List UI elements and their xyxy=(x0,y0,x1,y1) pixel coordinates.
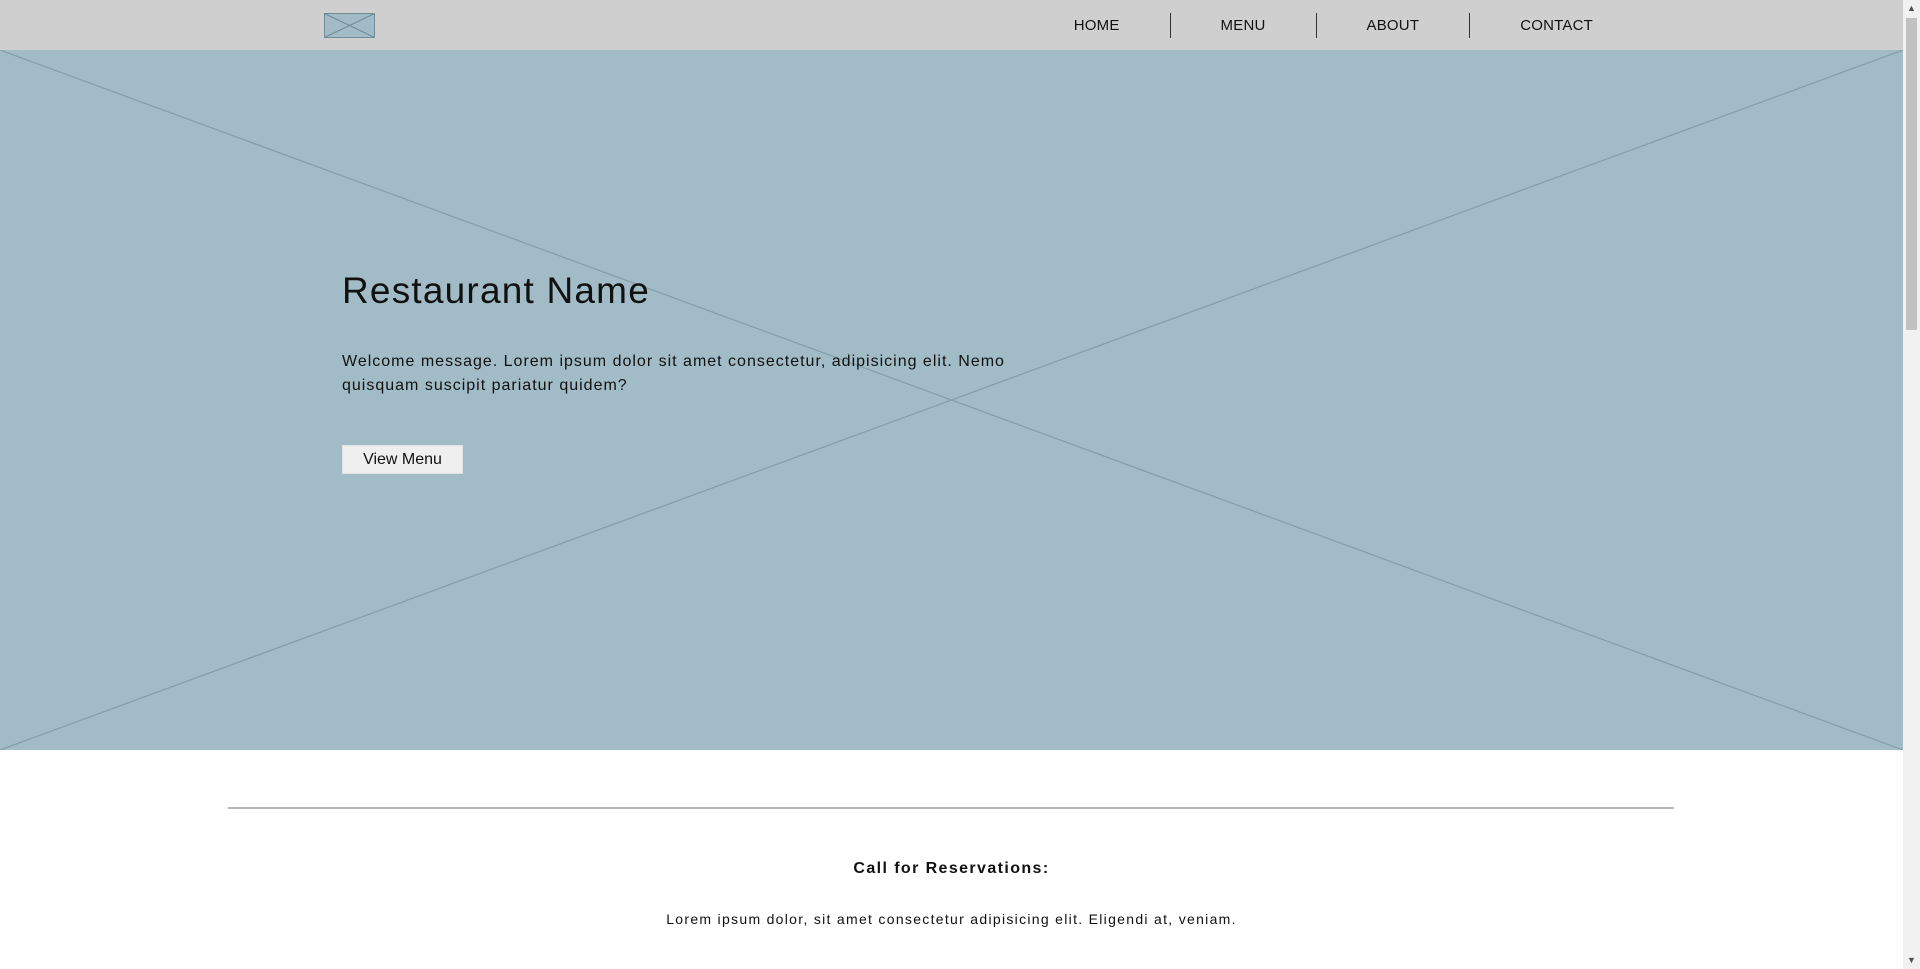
hero-welcome-text: Welcome message. Lorem ipsum dolor sit a… xyxy=(342,353,1005,394)
hero-image-placeholder-icon xyxy=(0,50,1903,750)
nav-contact[interactable]: CONTACT xyxy=(1470,13,1593,38)
scroll-up-icon[interactable]: ▲ xyxy=(1903,0,1920,17)
hero-section: Restaurant Name Welcome message. Lorem i… xyxy=(0,50,1903,750)
site-header: HOME MENU ABOUT CONTACT xyxy=(0,0,1903,51)
main-nav: HOME MENU ABOUT CONTACT xyxy=(1024,0,1593,50)
reservations-text: Lorem ipsum dolor, sit amet consectetur … xyxy=(666,911,1237,927)
logo-placeholder-icon[interactable] xyxy=(324,13,375,38)
hero-title: Restaurant Name xyxy=(342,270,650,311)
page: HOME MENU ABOUT CONTACT Restaurant Name … xyxy=(0,0,1903,969)
scroll-down-icon[interactable]: ▼ xyxy=(1903,952,1920,969)
nav-menu[interactable]: MENU xyxy=(1171,13,1316,38)
scrollbar-thumb[interactable] xyxy=(1906,18,1917,330)
vertical-scrollbar[interactable]: ▲ ▼ xyxy=(1903,0,1920,969)
nav-about[interactable]: ABOUT xyxy=(1317,13,1470,38)
section-divider xyxy=(228,807,1674,809)
nav-home[interactable]: HOME xyxy=(1024,13,1170,38)
view-menu-button[interactable]: View Menu xyxy=(342,445,463,474)
reservations-heading: Call for Reservations: xyxy=(853,860,1050,877)
